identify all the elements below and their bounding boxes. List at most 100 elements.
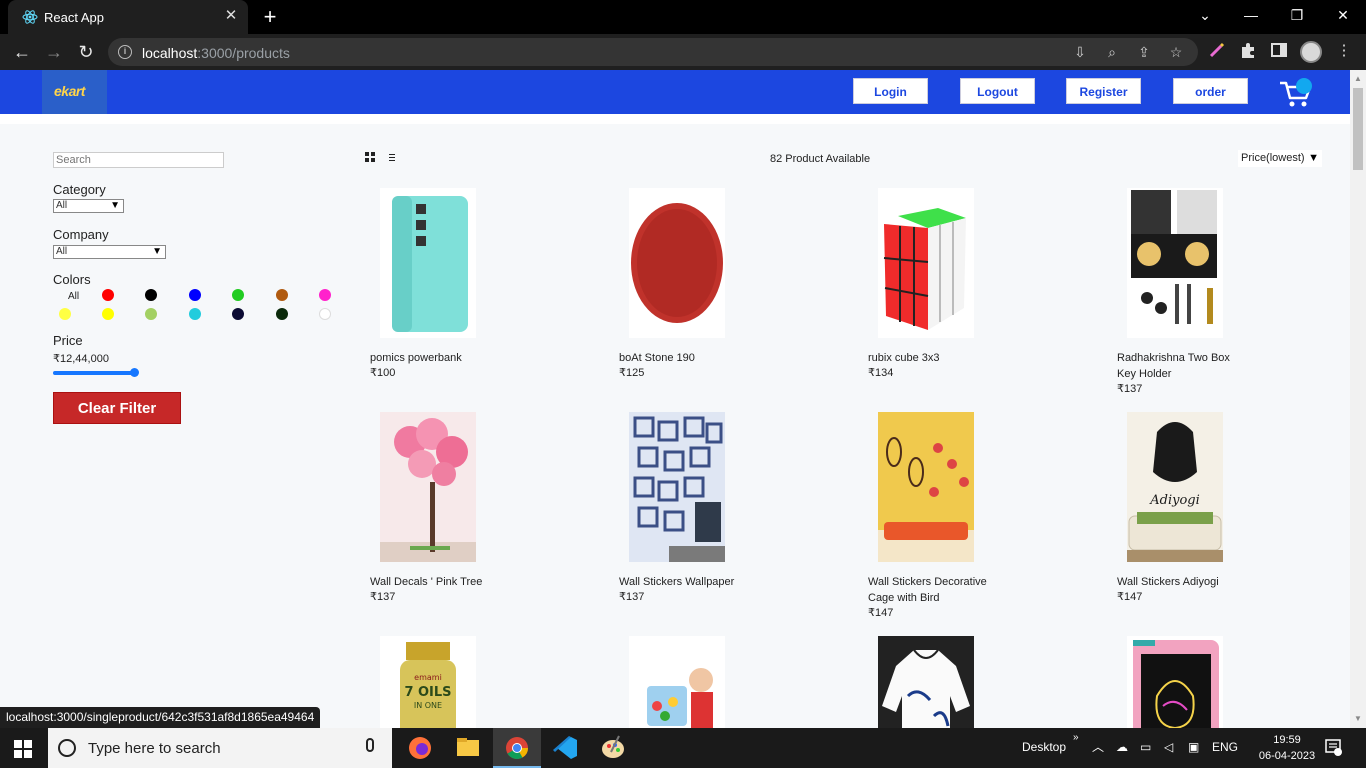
product-name: Radhakrishna Two Box Key Holder xyxy=(1117,352,1230,380)
price-slider-track[interactable] xyxy=(53,371,135,375)
link-status-bubble: localhost:3000/singleproduct/642c3f531af… xyxy=(0,707,321,728)
install-icon[interactable]: ⇩ xyxy=(1069,42,1091,62)
color-swatch[interactable] xyxy=(276,308,288,320)
color-swatch[interactable] xyxy=(59,308,71,320)
extensions-puzzle-icon[interactable] xyxy=(1237,41,1259,61)
logout-button[interactable]: Logout xyxy=(960,78,1035,104)
category-select[interactable]: All ▼ xyxy=(53,199,124,213)
menu-kebab-icon[interactable]: ⋮ xyxy=(1333,41,1355,61)
forward-icon[interactable]: → xyxy=(41,40,67,64)
product-image[interactable] xyxy=(878,412,974,562)
windows-taskbar: Type here to search Desktop » ︿ ☁ ▭ ◁ ▣ … xyxy=(0,728,1366,768)
color-swatch[interactable] xyxy=(319,289,331,301)
color-swatch[interactable] xyxy=(319,308,331,320)
product-image[interactable] xyxy=(878,188,974,338)
color-swatch[interactable] xyxy=(232,308,244,320)
company-select[interactable]: All ▼ xyxy=(53,245,166,259)
product-image[interactable] xyxy=(380,412,476,562)
price-label: Price xyxy=(53,333,83,348)
minimize-icon[interactable]: — xyxy=(1228,0,1274,30)
order-button[interactable]: order xyxy=(1173,78,1248,104)
color-all-option[interactable]: All xyxy=(68,291,79,302)
content-top-band xyxy=(0,114,1350,124)
vscode-icon[interactable] xyxy=(541,728,589,768)
window-close-icon[interactable]: ✕ xyxy=(1320,0,1366,30)
color-swatch[interactable] xyxy=(232,289,244,301)
product-image[interactable] xyxy=(629,412,725,562)
extension-pen-icon[interactable] xyxy=(1206,41,1228,61)
side-panel-icon[interactable] xyxy=(1268,41,1290,61)
color-swatch[interactable] xyxy=(102,289,114,301)
product-image[interactable] xyxy=(380,188,476,338)
color-swatch[interactable] xyxy=(145,308,157,320)
new-tab-icon[interactable]: + xyxy=(258,6,282,28)
record-icon[interactable]: ▣ xyxy=(1188,740,1199,754)
product-name: Wall Stickers Wallpaper xyxy=(619,576,735,588)
page-scrollbar[interactable]: ▲ ▼ xyxy=(1350,70,1366,728)
firefox-icon[interactable] xyxy=(396,728,444,768)
chrome-icon[interactable] xyxy=(493,728,541,768)
product-card[interactable] xyxy=(619,636,769,728)
product-image[interactable] xyxy=(629,188,725,338)
register-button[interactable]: Register xyxy=(1066,78,1141,104)
restore-icon[interactable]: ❐ xyxy=(1274,0,1320,30)
scroll-thumb[interactable] xyxy=(1353,88,1363,170)
search-icon xyxy=(58,739,76,757)
profile-avatar[interactable] xyxy=(1300,41,1322,63)
login-button[interactable]: Login xyxy=(853,78,928,104)
battery-icon[interactable]: ▭ xyxy=(1140,740,1151,754)
tab-close-icon[interactable]: ✕ xyxy=(222,7,240,25)
product-card[interactable] xyxy=(868,636,1018,728)
grid-view-icon[interactable] xyxy=(364,151,376,163)
windows-start-icon[interactable] xyxy=(14,740,32,758)
color-swatch[interactable] xyxy=(102,308,114,320)
product-image[interactable] xyxy=(878,636,974,728)
file-explorer-icon[interactable] xyxy=(444,728,492,768)
back-icon[interactable]: ← xyxy=(9,40,35,64)
product-image[interactable] xyxy=(1127,188,1223,338)
scroll-down-arrow[interactable]: ▼ xyxy=(1353,714,1363,724)
react-icon xyxy=(22,10,38,24)
reload-icon[interactable]: ↻ xyxy=(73,40,99,64)
product-image[interactable]: Adiyogi xyxy=(1127,412,1223,562)
search-input[interactable] xyxy=(53,152,224,168)
clear-filter-button[interactable]: Clear Filter xyxy=(53,392,181,424)
clock[interactable]: 19:59 06-04-2023 xyxy=(1252,732,1322,764)
color-swatch[interactable] xyxy=(189,308,201,320)
network-icon[interactable]: ☁ xyxy=(1116,740,1128,754)
color-swatch[interactable] xyxy=(145,289,157,301)
sort-select[interactable]: Price(lowest) ▼ xyxy=(1238,150,1322,167)
site-info-icon[interactable]: i xyxy=(118,45,132,59)
desktop-toolbar-label[interactable]: Desktop xyxy=(1022,740,1066,754)
taskbar-search[interactable]: Type here to search xyxy=(48,728,392,768)
product-image[interactable]: emami 7 OILS IN ONE xyxy=(380,636,476,728)
product-image[interactable] xyxy=(629,636,725,728)
color-swatch[interactable] xyxy=(276,289,288,301)
language-indicator[interactable]: ENG xyxy=(1212,740,1238,754)
paint-icon[interactable] xyxy=(589,728,637,768)
product-image[interactable] xyxy=(1127,636,1223,728)
product-card[interactable]: emami 7 OILS IN ONE xyxy=(370,636,520,728)
chevron-up-icon[interactable]: ︿ xyxy=(1092,738,1104,755)
microphone-icon[interactable] xyxy=(366,738,374,752)
zoom-icon[interactable]: ⌕ xyxy=(1101,42,1123,62)
product-price: ₹125 xyxy=(619,367,645,379)
url-text[interactable]: localhost:3000/products xyxy=(142,45,290,61)
product-price: ₹137 xyxy=(619,591,645,603)
product-card[interactable] xyxy=(1117,636,1267,728)
browser-tab[interactable]: React App ✕ xyxy=(8,0,248,34)
share-icon[interactable]: ⇪ xyxy=(1133,42,1155,62)
price-slider-thumb[interactable] xyxy=(130,368,139,377)
list-view-icon[interactable] xyxy=(387,151,397,163)
color-swatch[interactable] xyxy=(189,289,201,301)
ekart-logo[interactable]: ekart xyxy=(42,70,107,114)
volume-icon[interactable]: ◁ xyxy=(1164,740,1173,754)
notification-icon[interactable] xyxy=(1324,738,1342,756)
product-price: ₹134 xyxy=(868,367,894,379)
tab-search-icon[interactable]: ⌄ xyxy=(1182,0,1228,30)
bookmark-star-icon[interactable]: ☆ xyxy=(1165,42,1187,62)
clock-time: 19:59 xyxy=(1273,734,1301,746)
scroll-up-arrow[interactable]: ▲ xyxy=(1353,74,1363,84)
url-box[interactable]: i localhost:3000/products ⇩ ⌕ ⇪ ☆ xyxy=(108,38,1198,66)
toolbar-expand-icon[interactable]: » xyxy=(1073,732,1079,743)
